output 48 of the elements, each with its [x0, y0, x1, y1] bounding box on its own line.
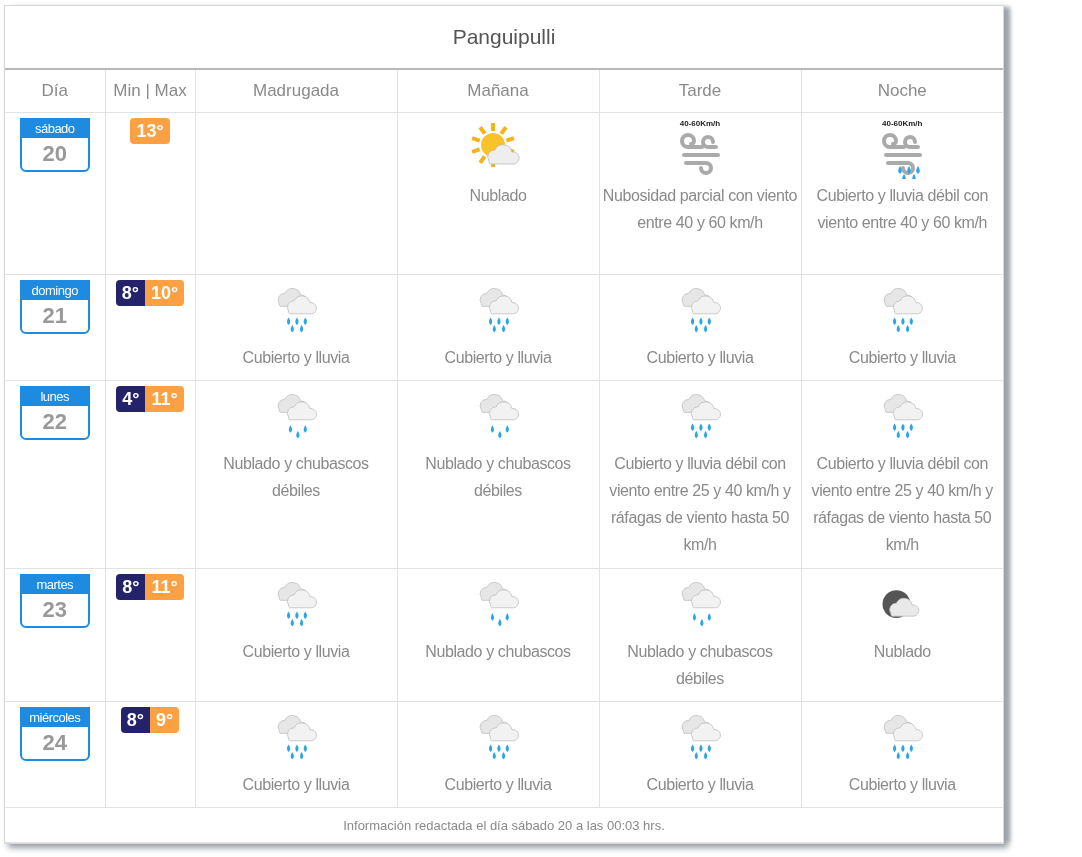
column-header: Min | Max — [105, 70, 195, 113]
location-title: Panguipulli — [5, 6, 1003, 70]
weather-description: Cubierto y lluvia — [443, 348, 553, 368]
weather-description: Cubierto y lluvia — [645, 775, 755, 795]
weekday-label: miércoles — [21, 709, 88, 727]
min-temperature: 8° — [115, 280, 145, 306]
weekday-label: martes — [21, 576, 88, 594]
max-temperature: 10° — [145, 280, 185, 306]
column-header: Noche — [801, 70, 1003, 113]
weather-description: Cubierto y lluvia débil con viento entre 25 y 40 km/h y ráfagas de viento hasta 50 km/h — [608, 454, 792, 555]
weather-description: Cubierto y lluvia — [241, 775, 351, 795]
min-temperature: 8° — [120, 707, 150, 733]
weather-description: Cubierto y lluvia — [443, 775, 553, 795]
weather-description: Nublado y chubascos débiles — [626, 642, 774, 689]
weather-description: Nublado y chubascos — [424, 642, 572, 662]
wind-speed-label: 40-60Km/h — [882, 119, 923, 129]
max-temperature: 11° — [145, 386, 184, 412]
day-number: 23 — [42, 596, 67, 624]
weather-description: Nubosidad parcial con viento entre 40 y 60 km/h — [602, 186, 798, 233]
min-temperature: 4° — [116, 386, 146, 412]
max-temperature: 9° — [150, 707, 180, 733]
weather-description: Cubierto y lluvia — [241, 642, 351, 662]
weekday-label: lunes — [21, 388, 88, 406]
weather-description: Cubierto y lluvia débil con viento entre 40 y 60 km/h — [815, 186, 989, 233]
weather-description: Nublado — [872, 642, 932, 662]
column-header: Tarde — [599, 70, 801, 113]
weather-description: Cubierto y lluvia débil con viento entre 25 y 40 km/h y ráfagas de viento hasta 50 km/h — [810, 454, 994, 555]
wind-speed-label: 40-60Km/h — [679, 119, 721, 129]
weather-description: Cubierto y lluvia — [847, 348, 957, 368]
day-number: 22 — [42, 408, 67, 436]
weather-description: Nublado — [468, 186, 528, 206]
weather-description: Cubierto y lluvia — [645, 348, 755, 368]
max-temperature: 11° — [145, 574, 184, 600]
column-header: Mañana — [397, 70, 599, 113]
day-number: 20 — [42, 140, 67, 168]
weather-description: Cubierto y lluvia — [847, 775, 957, 795]
min-temperature: 8° — [116, 574, 146, 600]
column-header: Madrugada — [195, 70, 397, 113]
column-header: Día — [5, 70, 105, 113]
day-number: 21 — [42, 302, 67, 330]
weather-description: Nublado y chubascos débiles — [424, 454, 572, 501]
weather-description: Cubierto y lluvia — [241, 348, 351, 368]
weather-description: Nublado y chubascos débiles — [222, 454, 370, 501]
weekday-label: sábado — [21, 120, 88, 138]
day-number: 24 — [42, 729, 67, 757]
weekday-label: domingo — [21, 282, 88, 300]
footer-note: Información redactada el día sábado 20 a las 00:03 hrs. — [343, 818, 665, 833]
max-temperature: 13° — [130, 118, 170, 144]
